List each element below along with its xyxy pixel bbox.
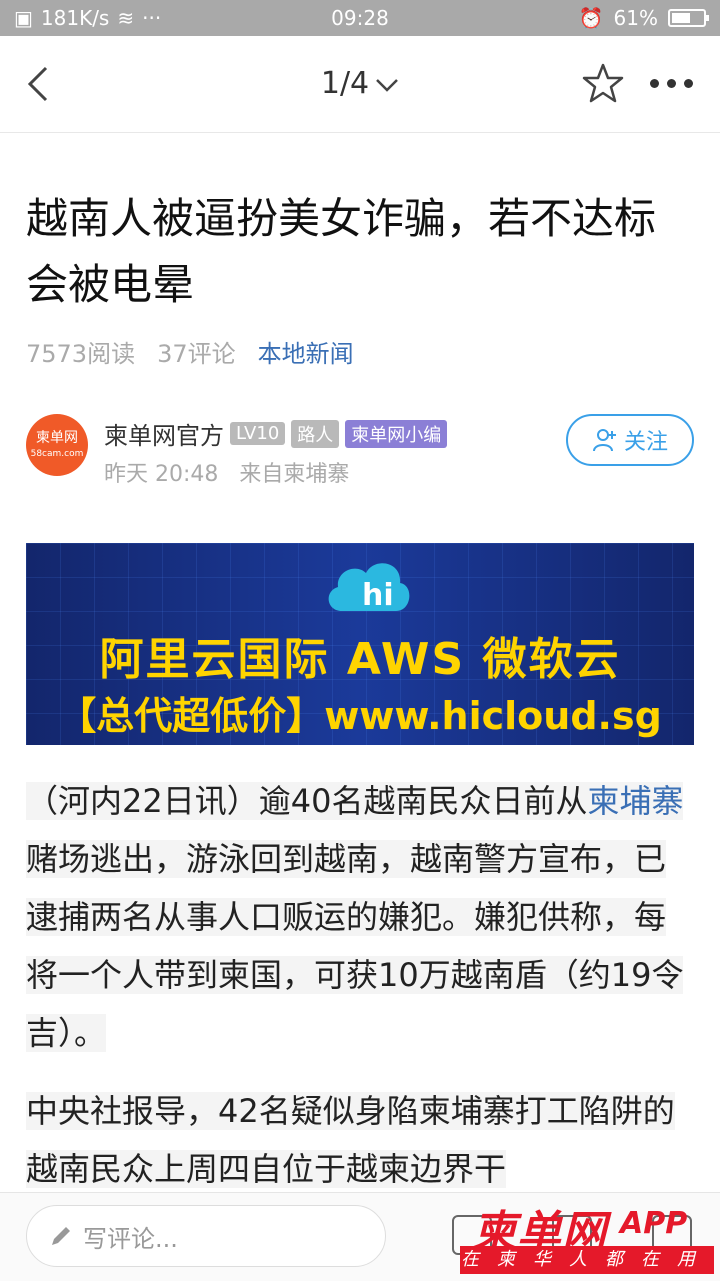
svg-text:hi: hi [362, 578, 394, 613]
ad-banner[interactable]: hi 阿里云国际 AWS 微软云 【总代超低价】www.hicloud.sg [26, 543, 694, 745]
author-name[interactable]: 柬单网官方 [104, 416, 224, 451]
more-options-icon[interactable] [650, 68, 698, 98]
read-count: 7573阅读 [26, 340, 136, 368]
alarm-icon: ⏰ [578, 6, 604, 30]
pencil-icon [52, 1227, 70, 1245]
author-subline: 昨天 20:48 来自柬埔寨 [104, 456, 349, 488]
paragraph-2: 中央社报导，42名疑似身陷柬埔寨打工陷阱的越南民众上周四自位于越柬边界干 [26, 1092, 675, 1188]
battery-icon [668, 9, 709, 27]
p1-text-a: （河内22日讯）逾40名越南民众日前从 [26, 782, 588, 820]
article-title: 越南人被逼扮美女诈骗，若不达标会被电晕 [26, 194, 657, 309]
chevron-down-icon [375, 66, 399, 101]
banner-subline: 【总代超低价】www.hicloud.sg [58, 694, 662, 738]
post-source: 来自柬埔寨 [239, 462, 350, 487]
watermark-logo: 柬单网 APP 在柬华人都在用 [460, 1196, 714, 1276]
category-link[interactable]: 本地新闻 [258, 334, 354, 369]
article-meta: 7573阅读 37评论 本地新闻 [26, 334, 354, 369]
page-count: 1/4 [320, 66, 370, 101]
author-name-row: 柬单网官方 LV10 路人 柬单网小编 [104, 416, 448, 451]
battery-fill [672, 13, 691, 23]
role-badge: 柬单网小编 [345, 419, 448, 448]
avatar-subtext: 58cam.com [30, 449, 84, 459]
status-right: ⏰ 61% [578, 6, 709, 30]
star-icon[interactable] [582, 62, 624, 104]
logo-app: APP [620, 1206, 688, 1241]
cloud-logo-icon: hi [328, 563, 410, 613]
level-badge: LV10 [230, 422, 286, 445]
p1-text-b: 赌场逃出，游泳回到越南，越南警方宣布，已逮捕两名从事人口贩运的嫌犯。嫌犯供称，每… [26, 840, 684, 1052]
author-row: 柬单网 58cam.com 柬单网官方 LV10 路人 柬单网小编 昨天 20:4… [26, 410, 694, 490]
comment-placeholder: 写评论... [83, 1224, 178, 1253]
status-bar: ▣ 181K/s ≋ ··· 09:28 ⏰ 61% [0, 0, 720, 36]
avatar-text: 柬单网 [36, 430, 78, 446]
comment-count: 37评论 [157, 340, 236, 368]
avatar[interactable]: 柬单网 58cam.com [26, 414, 88, 476]
logo-slogan: 在柬华人都在用 [460, 1246, 714, 1274]
add-user-icon [592, 429, 616, 452]
rank-badge: 路人 [291, 419, 340, 448]
follow-label: 关注 [623, 430, 668, 455]
top-nav: 1/4 [0, 36, 720, 133]
battery-percent: 61% [613, 6, 658, 30]
paragraph-1: （河内22日讯）逾40名越南民众日前从柬埔寨赌场逃出，游泳回到越南，越南警方宣布… [26, 772, 694, 1062]
follow-button[interactable]: 关注 [566, 414, 694, 466]
cambodia-link[interactable]: 柬埔寨 [587, 782, 683, 820]
comment-input[interactable]: 写评论... [26, 1205, 386, 1267]
post-time: 昨天 20:48 [104, 462, 219, 487]
article-body: （河内22日讯）逾40名越南民众日前从柬埔寨赌场逃出，游泳回到越南，越南警方宣布… [26, 772, 694, 1218]
banner-headline: 阿里云国际 AWS 微软云 [99, 634, 621, 685]
